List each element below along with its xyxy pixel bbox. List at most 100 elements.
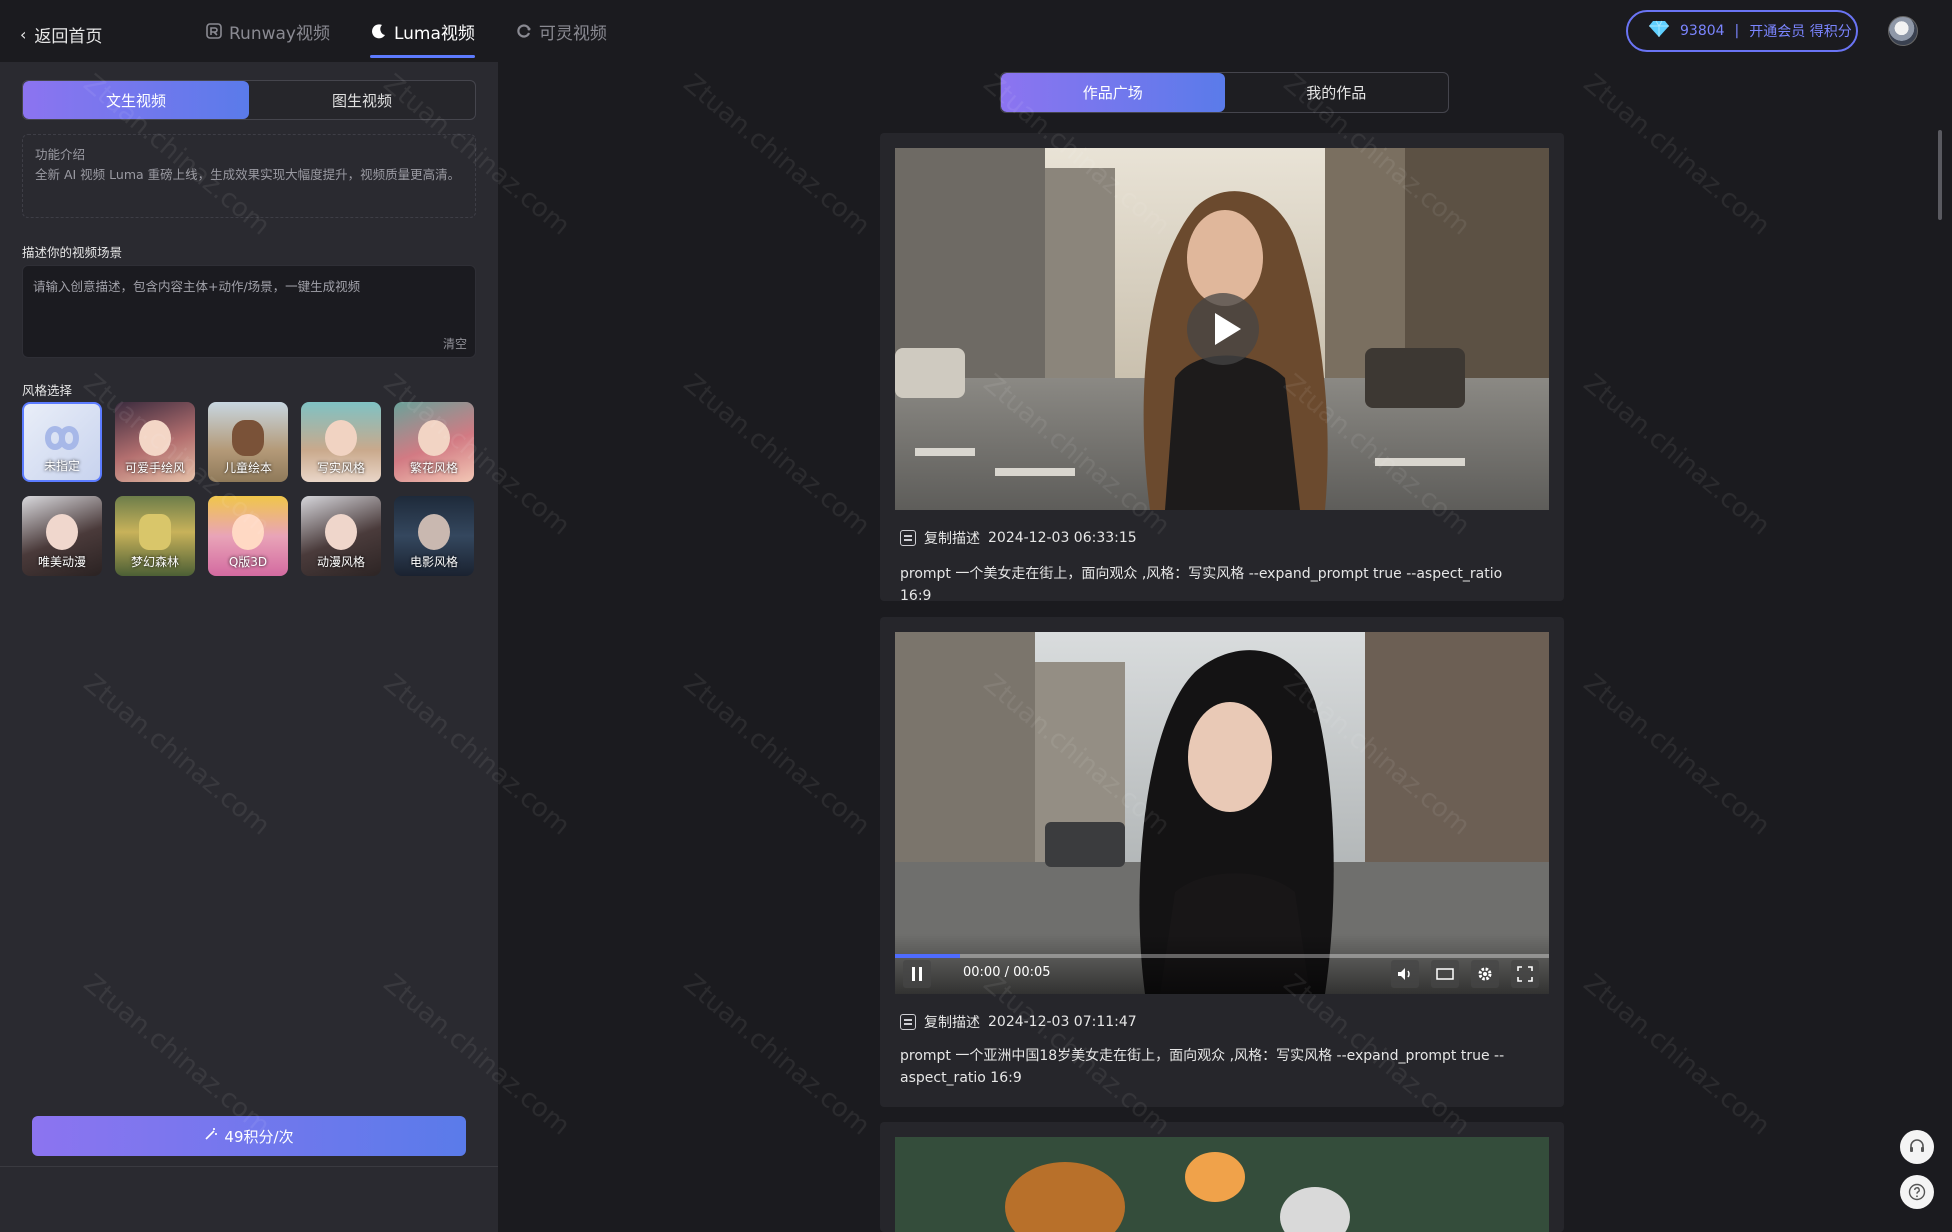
style-name: 繁花风格 [409,461,458,475]
top-bar: ‹ 返回首页 Runway视频 Luma视频 可灵视频 93804 | 开通会员… [0,0,1952,62]
tab-kling-label: 可灵视频 [538,23,607,44]
tab-runway[interactable]: Runway视频 [205,0,330,62]
playback-time: 00:00 / 00:05 [963,965,1051,980]
mode-text-to-video[interactable]: 文生视频 [23,81,249,119]
style-name: 梦幻森林 [130,555,179,569]
progress-bar[interactable] [895,954,1549,958]
style-option-flower[interactable]: 繁花风格 [394,402,474,482]
style-grid: 未指定 可爱手绘风 儿童绘本 写实风格 繁花风格 唯美动漫 梦幻森林 Q版3D … [22,402,482,576]
tab-works-plaza[interactable]: 作品广场 [1001,73,1225,112]
prompt-text: prompt 一个亚洲中国18岁美女走在街上，面向观众 ,风格：写实风格 --e… [900,1048,1505,1086]
style-option-anime[interactable]: 动漫风格 [301,496,381,576]
video-card: 00:00 / 00:05 复制描述 2024-12-03 07:11:47 p… [880,617,1564,1107]
clear-button[interactable]: 清空 [443,335,467,352]
magic-wand-icon [204,1127,218,1145]
volume-icon[interactable] [1391,960,1419,988]
style-thumbnail [232,420,264,456]
generate-button[interactable]: 49积分/次 [32,1116,466,1156]
scrollbar[interactable] [1938,130,1942,220]
video-engine-tabs: Runway视频 Luma视频 可灵视频 [205,0,607,62]
prompt-box: 清空 [22,265,476,358]
user-avatar[interactable] [1888,16,1918,46]
tab-luma-label: Luma视频 [393,23,475,44]
created-time: 2024-12-03 07:11:47 [988,1014,1137,1030]
generate-label: 49积分/次 [224,1127,294,1146]
style-label: 风格选择 [22,383,73,398]
copy-description-button[interactable]: 复制描述 [924,1012,980,1032]
video-thumbnail [895,1137,1549,1232]
infinity-icon [44,426,80,450]
progress-fill [895,954,961,958]
watermark: Ztuan.chinaz.com [677,968,876,1142]
app-root: ‹ 返回首页 Runway视频 Luma视频 可灵视频 93804 | 开通会员… [0,0,1952,1232]
mode-image-to-video[interactable]: 图生视频 [249,81,475,119]
copy-description-button[interactable]: 复制描述 [924,528,980,548]
mode-switch: 文生视频 图生视频 [22,80,476,120]
created-time: 2024-12-03 06:33:15 [988,530,1137,546]
back-home-label: 返回首页 [34,27,103,47]
video-card [880,1122,1564,1232]
style-option-aesthetic-anime[interactable]: 唯美动漫 [22,496,102,576]
fullscreen-icon[interactable] [1511,960,1539,988]
style-thumbnail [139,420,171,456]
watermark: Ztuan.chinaz.com [677,668,876,842]
feature-intro: 功能介绍 全新 AI 视频 Luma 重磅上线，生成效果实现大幅度提升，视频质量… [22,134,476,218]
video-preview[interactable] [895,148,1549,510]
settings-gear-icon[interactable] [1471,960,1499,988]
style-thumbnail [418,420,450,456]
style-thumbnail [325,514,357,550]
style-name: Q版3D [228,555,268,569]
style-name: 电影风格 [409,555,458,569]
style-option-cinematic[interactable]: 电影风格 [394,496,474,576]
points-membership-button[interactable]: 93804 | 开通会员 得积分 [1626,10,1858,52]
runway-icon [205,22,223,40]
style-name: 儿童绘本 [223,461,272,475]
widescreen-icon[interactable] [1431,960,1459,988]
back-home-button[interactable]: ‹ 返回首页 [20,22,102,47]
copy-icon[interactable] [900,530,916,546]
watermark: Ztuan.chinaz.com [1577,68,1776,242]
video-controls: 00:00 / 00:05 [895,934,1549,994]
tab-kling[interactable]: 可灵视频 [515,0,607,62]
style-option-dream-forest[interactable]: 梦幻森林 [115,496,195,576]
style-option-realistic[interactable]: 写实风格 [301,402,381,482]
tab-luma[interactable]: Luma视频 [369,0,475,62]
style-option-children-picturebook[interactable]: 儿童绘本 [208,402,288,482]
card-meta: 复制描述 2024-12-03 07:11:47 [900,1012,1137,1032]
help-icon[interactable] [1900,1175,1934,1209]
pause-icon[interactable] [903,960,931,988]
kling-icon [515,22,533,40]
tab-my-works[interactable]: 我的作品 [1225,73,1449,112]
intro-title: 功能介绍 [35,147,86,162]
sidebar-divider [0,1166,498,1167]
generator-sidebar: 文生视频 图生视频 功能介绍 全新 AI 视频 Luma 重磅上线，生成效果实现… [0,62,498,1232]
watermark: Ztuan.chinaz.com [677,68,876,242]
prompt-label: 描述你的视频场景 [22,245,123,260]
copy-icon[interactable] [900,1014,916,1030]
video-preview[interactable] [895,1137,1549,1232]
prompt-text: prompt 一个美女走在街上，面向观众 ,风格：写实风格 --expand_p… [900,566,1503,604]
prompt-input[interactable] [23,266,475,357]
chevron-left-icon: ‹ [20,25,27,44]
style-name: 动漫风格 [316,555,365,569]
watermark: Ztuan.chinaz.com [1577,368,1776,542]
gallery-switch: 作品广场 我的作品 [1000,72,1449,113]
video-player[interactable]: 00:00 / 00:05 [895,632,1549,994]
style-option-q-3d[interactable]: Q版3D [208,496,288,576]
style-thumbnail [418,514,450,550]
style-thumbnail [46,514,78,550]
watermark: Ztuan.chinaz.com [677,368,876,542]
style-option-cute-handdrawn[interactable]: 可爱手绘风 [115,402,195,482]
luma-icon [370,22,388,40]
video-card: 复制描述 2024-12-03 06:33:15 prompt 一个美女走在街上… [880,133,1564,604]
play-button[interactable] [1187,293,1259,365]
style-name: 未指定 [43,459,80,473]
watermark: Ztuan.chinaz.com [1577,668,1776,842]
style-thumbnail [139,514,171,550]
tab-runway-label: Runway视频 [229,23,330,44]
points-separator: | [1734,23,1740,39]
style-name: 写实风格 [316,461,365,475]
style-option-unspecified[interactable]: 未指定 [22,402,102,482]
customer-service-icon[interactable] [1900,1130,1934,1164]
style-thumbnail [325,420,357,456]
